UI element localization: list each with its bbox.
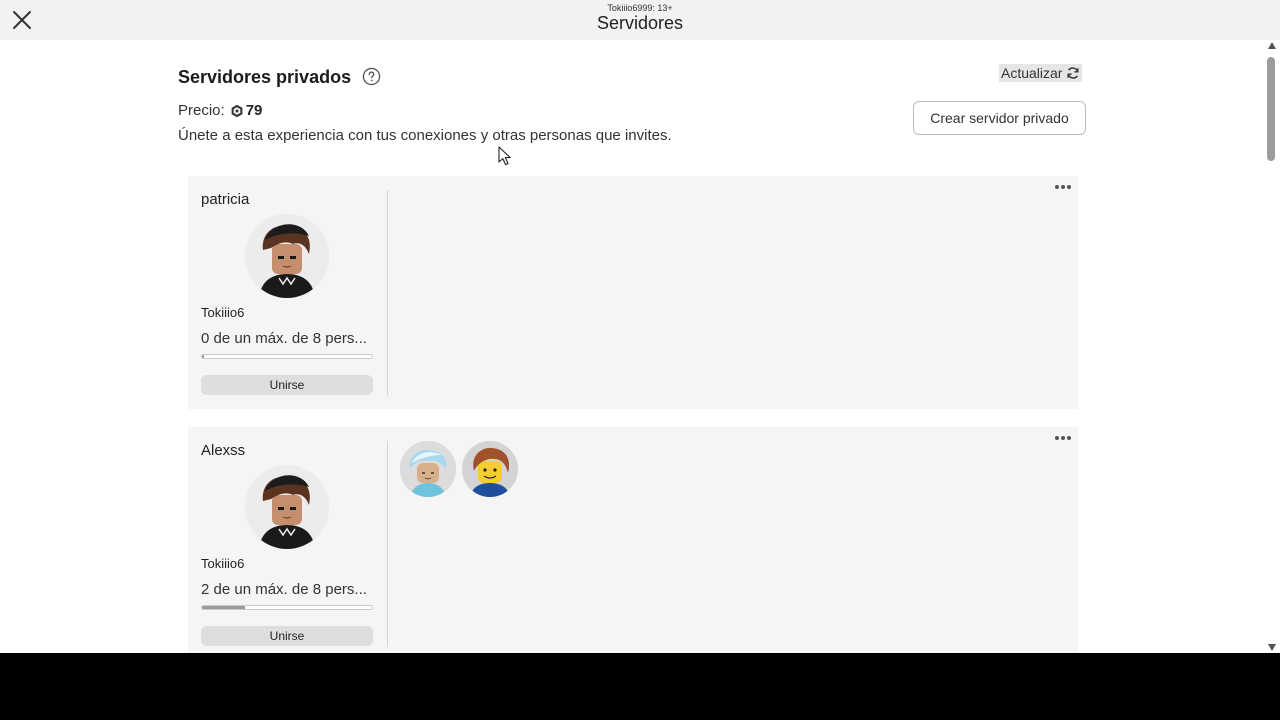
player-count: 0 de un máx. de 8 pers...: [201, 330, 367, 347]
capacity-bar: [201, 605, 373, 610]
host-name: Tokiiio6: [201, 556, 245, 571]
price-label: Precio:: [178, 102, 225, 119]
refresh-label: Actualizar: [1001, 65, 1063, 81]
scroll-down-icon[interactable]: [1268, 644, 1276, 651]
create-private-server-button[interactable]: Crear servidor privado: [913, 101, 1086, 135]
robux-icon: [231, 104, 243, 117]
price-row: Precio: 79: [178, 102, 262, 119]
mouse-cursor-icon: [498, 146, 511, 166]
scroll-thumb[interactable]: [1267, 57, 1275, 161]
join-button[interactable]: Unirse: [201, 375, 373, 395]
card-divider: [387, 441, 388, 647]
more-options-icon[interactable]: [1051, 180, 1075, 194]
window-subtitle: Tokiiio6999: 13+: [607, 3, 673, 13]
section-title: Servidores privados: [178, 67, 352, 87]
scrollbar[interactable]: [1265, 40, 1280, 653]
servers-page: Tokiiio6999: 13+ Servidores Servidores p…: [0, 0, 1280, 653]
server-name: Alexss: [201, 442, 246, 459]
refresh-button[interactable]: Actualizar: [999, 64, 1083, 82]
description: Únete a esta experiencia con tus conexio…: [178, 127, 672, 144]
server-card: Alexss Tokiiio6 2 de un máx. de 8 pers..…: [188, 427, 1078, 653]
capacity-bar-fill: [202, 606, 245, 609]
host-avatar: [245, 214, 329, 298]
capacity-bar: [201, 354, 373, 359]
price-value: 79: [245, 102, 263, 119]
capacity-bar-fill: [202, 355, 204, 358]
player-avatar-classic-brown-hair[interactable]: [462, 441, 518, 497]
top-bar: Tokiiio6999: 13+ Servidores: [0, 0, 1280, 40]
more-options-icon[interactable]: [1051, 431, 1075, 445]
card-divider: [387, 190, 388, 396]
player-avatar-blue-hair[interactable]: [400, 441, 456, 497]
help-circle-icon[interactable]: [362, 67, 381, 86]
scroll-up-icon[interactable]: [1268, 42, 1276, 49]
refresh-icon: [1067, 67, 1079, 79]
join-button[interactable]: Unirse: [201, 626, 373, 646]
host-name: Tokiiio6: [201, 305, 245, 320]
player-avatars: [400, 441, 518, 497]
server-name: patricia: [201, 191, 250, 208]
host-avatar: [245, 465, 329, 549]
server-card: patricia Tokiiio6 0 de un máx. de 8 pers…: [188, 176, 1078, 409]
player-count: 2 de un máx. de 8 pers...: [201, 581, 367, 598]
window-title: Servidores: [596, 13, 684, 33]
